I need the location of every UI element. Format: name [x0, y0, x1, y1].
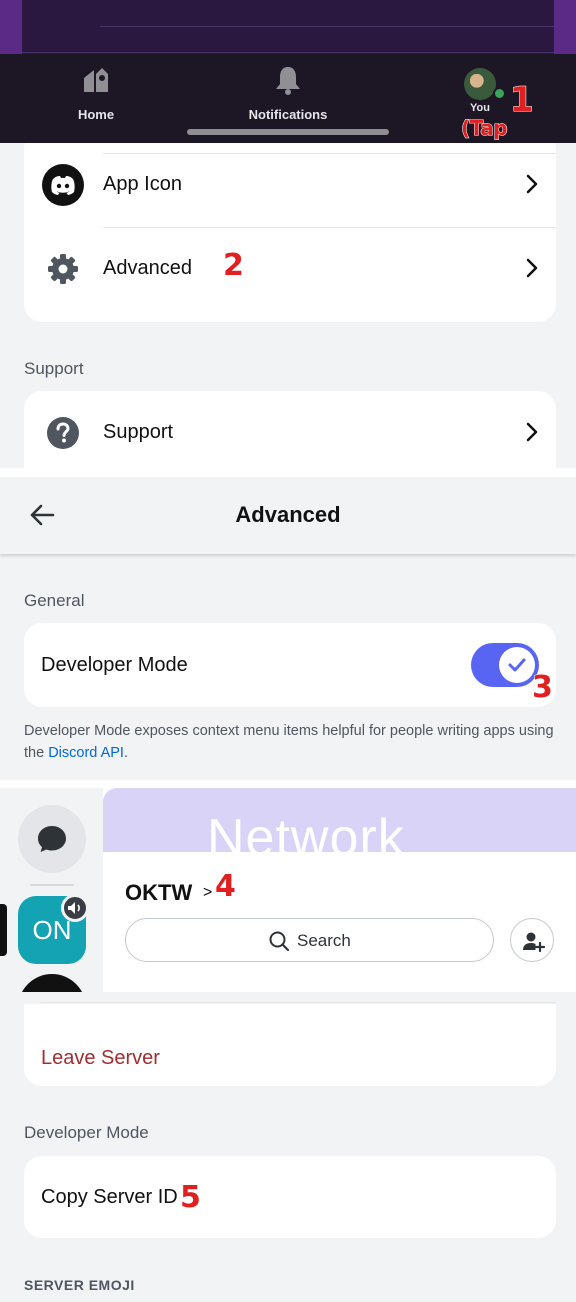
chevron-right-icon[interactable]: > — [203, 884, 212, 902]
support-card: Support — [24, 391, 556, 468]
copy-server-id-button[interactable]: Copy Server ID — [41, 1186, 178, 1209]
chevron-right-icon — [526, 422, 538, 442]
server-banner-strip — [0, 0, 576, 54]
nav-notifications-label: Notifications — [248, 107, 328, 122]
server-icon[interactable] — [18, 974, 86, 992]
chevron-right-icon — [526, 174, 538, 194]
discord-api-link[interactable]: Discord API — [48, 745, 124, 761]
search-icon — [269, 931, 290, 952]
selected-server-indicator — [0, 904, 7, 956]
home-icon — [84, 68, 108, 92]
advanced-header: Advanced — [0, 477, 576, 554]
settings-list-panel: App Icon Advanced 2 Support Support — [0, 143, 576, 468]
support-label: Support — [103, 421, 174, 443]
step-annotation-1: 1 — [510, 80, 535, 121]
developer-mode-card: Developer Mode — [24, 623, 556, 707]
page-title: Advanced — [235, 502, 341, 527]
avatar — [464, 68, 506, 100]
bottom-nav-panel: Home Notifications You 1 (Tap Twice) — [0, 0, 576, 143]
nav-notifications-tab[interactable]: Notifications — [228, 64, 348, 122]
leave-server-card: Leave Server — [24, 1004, 556, 1086]
developer-mode-toggle[interactable] — [471, 643, 539, 687]
online-status-icon — [493, 87, 506, 100]
server-rail: ON — [0, 788, 103, 992]
server-settings-panel: Leave Server Developer Mode Copy Server … — [0, 992, 576, 1302]
discord-logo-icon — [42, 164, 84, 206]
app-icon-label: App Icon — [103, 173, 182, 195]
server-banner-text: Network — [207, 809, 405, 852]
advanced-settings-panel: Advanced General Developer Mode 3 Develo… — [0, 477, 576, 780]
direct-messages-button[interactable] — [18, 805, 86, 873]
copy-server-id-card: Copy Server ID — [24, 1156, 556, 1238]
advanced-label: Advanced — [103, 257, 192, 279]
server-emoji-section-label: SERVER EMOJI — [24, 1277, 135, 1293]
add-user-icon — [523, 932, 545, 953]
chat-bubble-icon — [38, 826, 66, 852]
server-search-button[interactable]: Search — [125, 918, 494, 962]
nav-home-label: Home — [77, 107, 115, 122]
step-annotation-3: 3 — [532, 670, 554, 706]
step-annotation-2: 2 — [223, 248, 245, 284]
checkmark-icon — [508, 658, 526, 672]
general-section-label: General — [24, 591, 85, 610]
server-info: OKTW > 4 Search — [103, 852, 576, 992]
settings-card: App Icon Advanced 2 — [24, 143, 556, 322]
settings-row-app-icon[interactable]: App Icon — [24, 143, 556, 227]
nav-home-tab[interactable]: Home — [36, 64, 156, 122]
voice-active-icon — [61, 894, 89, 922]
server-view-panel: ON Network OKTW > 4 Search — [0, 788, 576, 992]
gear-icon — [48, 254, 78, 284]
developer-mode-label: Developer Mode — [41, 654, 188, 676]
settings-row-support[interactable]: Support — [24, 391, 556, 468]
search-label: Search — [297, 931, 351, 950]
leave-server-button[interactable]: Leave Server — [41, 1047, 160, 1070]
developer-mode-help-text: Developer Mode exposes context menu item… — [24, 723, 554, 761]
developer-mode-section-label: Developer Mode — [24, 1123, 149, 1142]
server-name[interactable]: OKTW — [125, 880, 192, 906]
support-section-label: Support — [24, 359, 84, 378]
step-annotation-4: 4 — [215, 869, 237, 905]
step-annotation-1-note: (Tap Twice) — [461, 116, 531, 144]
step-annotation-5: 5 — [180, 1180, 202, 1216]
chevron-right-icon — [526, 258, 538, 278]
bell-icon — [276, 67, 300, 95]
invite-members-button[interactable] — [510, 918, 554, 962]
home-indicator — [187, 129, 389, 135]
server-banner: Network — [103, 788, 576, 852]
settings-row-advanced[interactable]: Advanced — [24, 227, 556, 311]
question-circle-icon — [47, 417, 79, 449]
